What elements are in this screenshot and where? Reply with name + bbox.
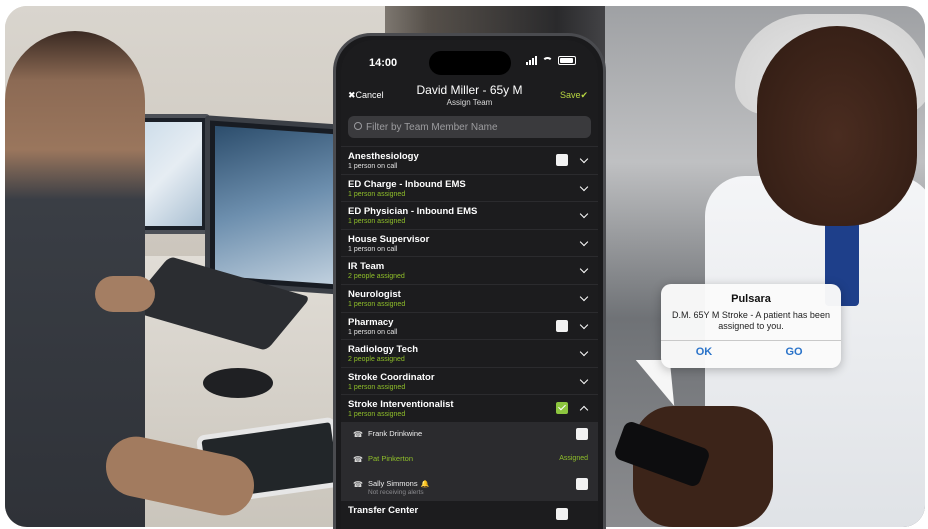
team-checkbox[interactable] (556, 154, 568, 166)
team-status: 1 person assigned (348, 383, 406, 391)
team-name: Stroke Interventionalist (348, 399, 454, 411)
assigned-label: Assigned (559, 454, 588, 462)
team-status: 2 people assigned (348, 356, 405, 364)
member-name-wrap: Sally Simmons 🔔 (368, 479, 429, 488)
notification-message: D.M. 65Y M Stroke - A patient has been a… (672, 310, 830, 331)
phone-screen: 14:00 ✖Cancel David Miller - 65y M Assig… (341, 40, 598, 529)
team-status: 1 person on call (348, 328, 398, 336)
team-status: 2 people assigned (348, 273, 405, 281)
team-checkbox[interactable] (556, 319, 568, 332)
member-row[interactable]: ☎ Sally Simmons 🔔 Not receiving alerts (341, 472, 598, 500)
member-list: ☎ Frank Drinkwine ☎ Pat Pinkerton Assigned ☎ S… (341, 421, 598, 500)
member-name-wrap: Frank Drinkwine (368, 429, 422, 438)
team-row[interactable]: Pharmacy 1 person on call (341, 311, 598, 340)
member-name-wrap: Pat Pinkerton (368, 454, 413, 463)
chevron-down-icon[interactable] (579, 182, 589, 191)
member-checkbox[interactable] (576, 477, 588, 490)
signal-icon (526, 56, 537, 65)
team-name: ED Physician - Inbound EMS (348, 206, 478, 218)
divider (661, 340, 841, 341)
team-name: ED Charge - Inbound EMS (348, 178, 466, 190)
team-row[interactable]: Stroke Coordinator 1 person assigned (341, 366, 598, 395)
team-name: House Supervisor (348, 233, 430, 245)
team-status: 1 person on call (348, 163, 398, 170)
chevron-down-icon[interactable] (579, 154, 589, 164)
battery-icon (558, 56, 576, 65)
team-row[interactable]: IR Team 2 people assigned (341, 256, 598, 284)
hand (95, 276, 155, 312)
notification-popup: Pulsara D.M. 65Y M Stroke - A patient ha… (661, 284, 841, 368)
team-status: 1 person assigned (348, 411, 406, 419)
team-row[interactable]: Radiology Tech 2 people assigned (341, 339, 598, 367)
phone-icon: ☎ (353, 479, 363, 489)
chevron-down-icon[interactable] (579, 209, 589, 219)
team-row[interactable]: House Supervisor 1 person on call (341, 228, 598, 257)
team-checkbox[interactable] (556, 402, 568, 415)
team-row[interactable]: Stroke Interventionalist 1 person assigne… (341, 394, 598, 422)
team-name: Pharmacy (348, 316, 394, 328)
dynamic-island (429, 51, 511, 75)
team-row[interactable]: Transfer Center (341, 499, 598, 528)
team-status: 1 person assigned (348, 218, 406, 226)
chevron-down-icon[interactable] (579, 237, 589, 247)
chevron-up-icon[interactable] (579, 406, 589, 415)
status-icons (526, 56, 576, 65)
member-row[interactable]: ☎ Frank Drinkwine (341, 422, 598, 447)
check-icon: ✔ (580, 90, 588, 100)
doctor-face (757, 26, 917, 226)
team-status: 1 person assigned (348, 190, 406, 198)
team-name: Neurologist (348, 288, 401, 300)
chevron-down-icon[interactable] (579, 347, 589, 357)
chevron-down-icon[interactable] (579, 320, 589, 329)
team-row[interactable]: Anesthesiology 1 person on call (341, 146, 598, 174)
team-status: 1 person on call (348, 245, 398, 253)
nav-bar: ✖Cancel David Miller - 65y M Assign Team… (341, 80, 598, 114)
search-bar[interactable] (348, 116, 591, 138)
search-icon (354, 122, 362, 130)
team-checkbox[interactable] (556, 507, 568, 520)
ok-button[interactable]: OK (669, 346, 739, 358)
member-name: Pat Pinkerton (368, 453, 414, 463)
monitor (205, 115, 343, 295)
status-time: 14:00 (369, 57, 398, 69)
notification-title: Pulsara (731, 293, 771, 305)
chevron-down-icon[interactable] (579, 265, 589, 274)
member-name: Sally Simmons (368, 478, 418, 488)
member-note: Not receiving alerts (368, 488, 424, 496)
team-row[interactable]: Neurologist 1 person assigned (341, 283, 598, 312)
team-name: IR Team (348, 261, 385, 273)
chevron-down-icon[interactable] (579, 292, 589, 302)
team-status: 1 person assigned (348, 300, 406, 308)
team-list: Anesthesiology 1 person on call ED Charge … (341, 146, 598, 528)
team-row[interactable]: ED Charge - Inbound EMS 1 person assigned (341, 173, 598, 202)
phone-icon: ☎ (353, 454, 363, 464)
team-name: Anesthesiology (348, 151, 419, 162)
member-name: Frank Drinkwine (368, 428, 423, 438)
go-button[interactable]: GO (759, 346, 829, 358)
team-name: Transfer Center (348, 504, 419, 516)
wifi-icon (542, 56, 553, 65)
team-name: Radiology Tech (348, 344, 419, 356)
save-button[interactable]: Save✔ (560, 90, 588, 101)
chevron-down-icon[interactable] (579, 375, 589, 384)
bell-icon: 🔔 (420, 480, 430, 488)
team-name: Stroke Coordinator (348, 371, 435, 383)
phone-icon: ☎ (353, 429, 363, 439)
team-row[interactable]: ED Physician - Inbound EMS 1 person assig… (341, 201, 598, 229)
save-label: Save (559, 90, 581, 100)
mouse (203, 368, 273, 398)
member-row[interactable]: ☎ Pat Pinkerton Assigned (341, 447, 598, 472)
member-checkbox[interactable] (576, 427, 588, 440)
search-input[interactable] (366, 119, 586, 135)
